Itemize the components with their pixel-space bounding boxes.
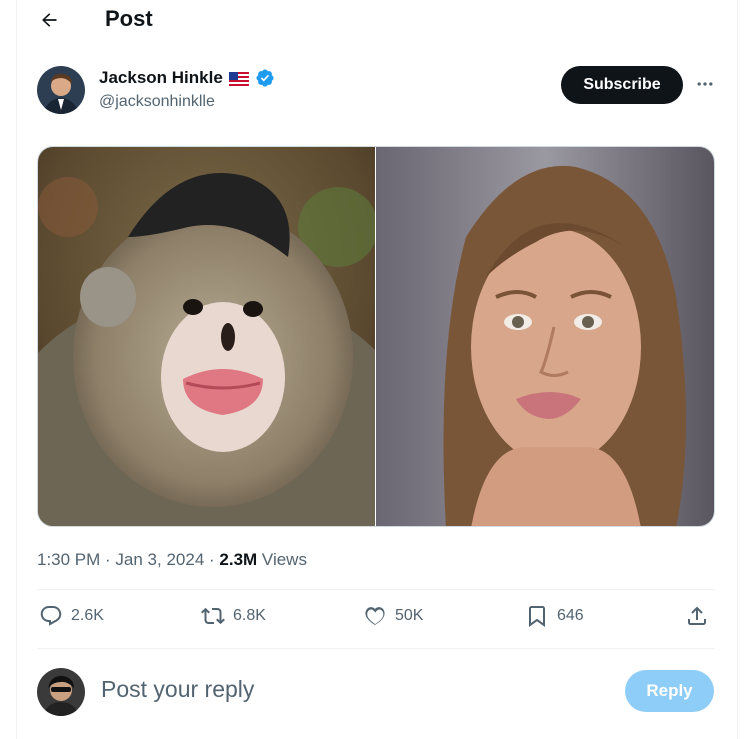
author-info: Jackson Hinkle @jacksonhinklle bbox=[99, 68, 275, 111]
repost-action[interactable]: 6.8K bbox=[201, 604, 266, 628]
author-avatar[interactable] bbox=[37, 66, 85, 114]
more-dots-icon bbox=[697, 82, 713, 86]
post-image-woman[interactable] bbox=[376, 147, 714, 526]
like-action[interactable]: 50K bbox=[363, 604, 423, 628]
verified-badge-icon[interactable] bbox=[255, 68, 275, 88]
action-bar: 2.6K 6.8K 50K 646 bbox=[37, 604, 715, 636]
post-container: Post Jackson Hinkle @jacksonhinklle Subs… bbox=[16, 0, 738, 739]
share-action[interactable] bbox=[685, 604, 709, 628]
current-user-avatar[interactable] bbox=[37, 668, 85, 716]
post-meta: 1:30 PM · Jan 3, 2024 · 2.3M Views bbox=[37, 550, 307, 570]
repost-icon bbox=[201, 607, 225, 625]
like-count: 50K bbox=[395, 607, 424, 624]
divider bbox=[37, 648, 715, 649]
divider bbox=[37, 589, 715, 590]
share-icon bbox=[688, 606, 706, 625]
reply-input[interactable] bbox=[101, 676, 541, 703]
bookmark-action[interactable]: 646 bbox=[525, 604, 584, 628]
post-image-monkey[interactable] bbox=[38, 147, 418, 526]
reply-action[interactable]: 2.6K bbox=[39, 604, 104, 628]
reply-button[interactable]: Reply bbox=[625, 670, 714, 712]
reply-icon bbox=[40, 606, 62, 626]
post-timestamp[interactable]: 1:30 PM · Jan 3, 2024 · bbox=[37, 550, 219, 569]
views-count: 2.3M bbox=[219, 550, 258, 569]
subscribe-button[interactable]: Subscribe bbox=[561, 66, 683, 104]
post-media bbox=[37, 146, 715, 527]
back-button[interactable] bbox=[35, 6, 63, 34]
author-handle[interactable]: @jacksonhinklle bbox=[99, 93, 275, 111]
arrow-left-icon bbox=[42, 13, 57, 27]
bookmark-count: 646 bbox=[557, 607, 584, 624]
views-label: Views bbox=[257, 550, 307, 569]
more-options-button[interactable] bbox=[693, 72, 717, 96]
page-title: Post bbox=[105, 6, 153, 31]
us-flag-icon bbox=[228, 71, 249, 86]
heart-icon bbox=[365, 607, 385, 625]
page-header: Post bbox=[17, 0, 737, 40]
reply-count: 2.6K bbox=[71, 607, 104, 624]
bookmark-icon bbox=[529, 606, 545, 627]
author-name[interactable]: Jackson Hinkle bbox=[99, 68, 223, 88]
repost-count: 6.8K bbox=[233, 607, 266, 624]
